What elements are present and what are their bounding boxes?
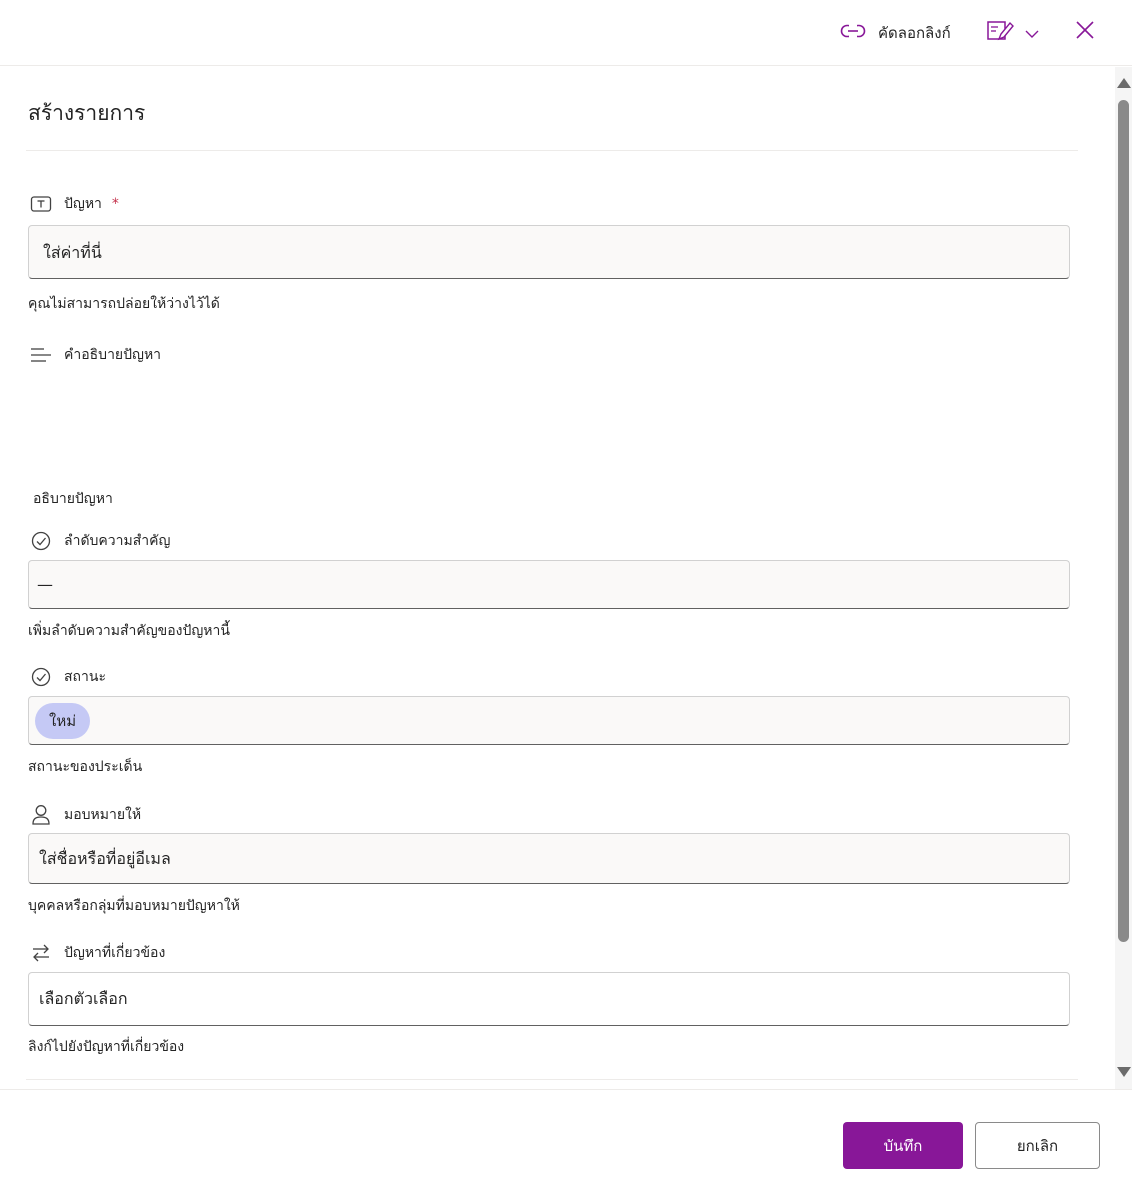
scrollbar-thumb[interactable] xyxy=(1118,100,1129,942)
assigned-to-field-label: มอบหมายให้ xyxy=(30,804,141,826)
issue-field-label: ปัญหา * xyxy=(30,193,119,215)
lookup-arrows-icon xyxy=(30,942,52,964)
assigned-to-input-box[interactable] xyxy=(28,833,1070,884)
chevron-down-icon[interactable] xyxy=(1024,24,1040,43)
required-marker: * xyxy=(111,196,119,212)
priority-dropdown[interactable]: — xyxy=(28,560,1070,609)
status-helper-text: สถานะของประเด็น xyxy=(28,759,143,775)
status-pill: ใหม่ xyxy=(35,702,91,739)
description-label-text: คำอธิบายปัญหา xyxy=(64,347,162,363)
related-issues-placeholder: เลือกตัวเลือก xyxy=(39,988,128,1008)
priority-label-text: ลำดับความสำคัญ xyxy=(64,533,171,549)
related-issues-label-text: ปัญหาที่เกี่ยวข้อง xyxy=(64,945,166,961)
close-button[interactable] xyxy=(1072,19,1098,45)
link-icon xyxy=(840,23,866,43)
status-field-label: สถานะ xyxy=(30,666,106,688)
priority-field-label: ลำดับความสำคัญ xyxy=(30,530,170,552)
choice-icon xyxy=(30,666,52,688)
panel-header: คัดลอกลิงก์ xyxy=(0,0,1132,66)
related-issues-dropdown[interactable]: เลือกตัวเลือก xyxy=(28,972,1070,1026)
scroll-up-arrow-icon[interactable] xyxy=(1117,78,1131,88)
scroll-down-arrow-icon[interactable] xyxy=(1117,1067,1131,1077)
text-field-icon xyxy=(30,193,52,215)
assigned-to-label-text: มอบหมายให้ xyxy=(64,807,142,823)
edit-form-button[interactable] xyxy=(986,18,1040,48)
multiline-text-icon xyxy=(30,344,52,366)
save-button[interactable]: บันทึก xyxy=(843,1122,963,1169)
cancel-button[interactable]: ยกเลิก xyxy=(975,1122,1100,1169)
assigned-to-input[interactable] xyxy=(39,834,1069,883)
issue-input[interactable] xyxy=(43,226,1069,278)
description-editor[interactable] xyxy=(28,377,1070,477)
form-title: สร้างรายการ xyxy=(28,101,146,125)
close-icon xyxy=(1075,20,1095,44)
edit-form-icon xyxy=(986,19,1014,47)
status-label-text: สถานะ xyxy=(64,669,106,685)
priority-helper-text: เพิ่มลำดับความสำคัญของปัญหานี้ xyxy=(28,623,230,639)
description-field-label: คำอธิบายปัญหา xyxy=(30,344,161,366)
copy-link-label: คัดลอกลิงก์ xyxy=(878,24,951,42)
related-issues-field-label: ปัญหาที่เกี่ยวข้อง xyxy=(30,942,165,964)
priority-value: — xyxy=(37,575,53,594)
title-divider xyxy=(26,150,1078,151)
status-dropdown[interactable]: ใหม่ xyxy=(28,696,1070,745)
panel-footer: บันทึก ยกเลิก xyxy=(0,1089,1132,1194)
bottom-divider xyxy=(26,1079,1078,1080)
issue-label-text: ปัญหา xyxy=(64,196,102,212)
issue-input-box[interactable] xyxy=(28,225,1070,279)
form-content[interactable]: สร้างรายการ ปัญหา * คุณไม่สามารถปล่อยให้… xyxy=(0,67,1115,1089)
description-helper-text: อธิบายปัญหา xyxy=(33,491,113,507)
copy-link-button[interactable]: คัดลอกลิงก์ xyxy=(840,18,951,48)
issue-helper-text: คุณไม่สามารถปล่อยให้ว่างไว้ได้ xyxy=(28,296,220,312)
related-issues-helper-text: ลิงก์ไปยังปัญหาที่เกี่ยวข้อง xyxy=(28,1039,185,1055)
choice-icon xyxy=(30,530,52,552)
assigned-to-helper-text: บุคคลหรือกลุ่มที่มอบหมายปัญหาให้ xyxy=(28,898,240,914)
person-icon xyxy=(30,804,52,826)
